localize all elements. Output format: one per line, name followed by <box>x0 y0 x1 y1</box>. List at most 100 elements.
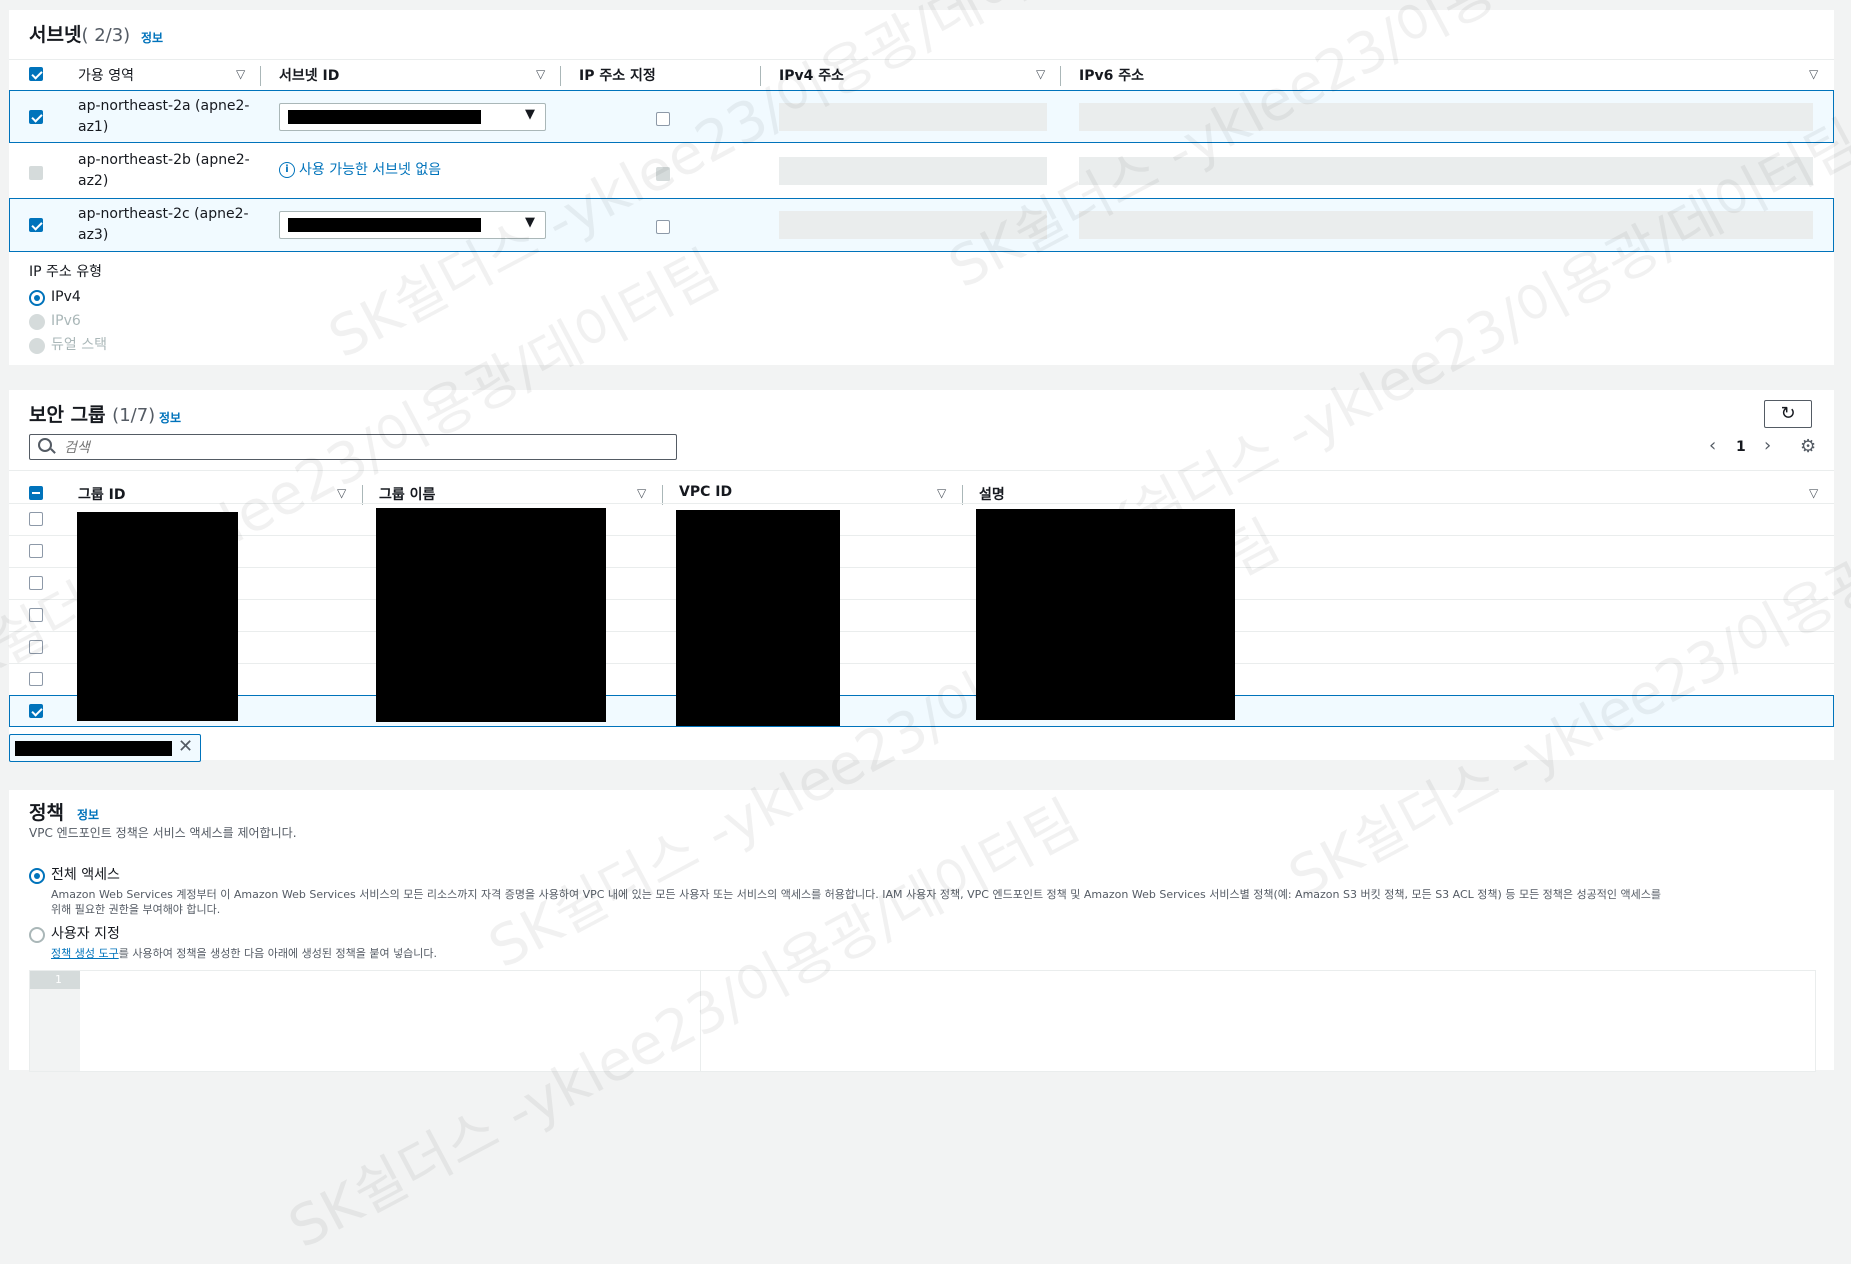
next-page-icon[interactable]: › <box>1764 435 1771 456</box>
policy-editor[interactable]: 1 <box>29 970 1816 1072</box>
refresh-button[interactable]: ↻ <box>1764 400 1812 428</box>
col-az: 가용 영역 <box>78 68 134 84</box>
sg-row-5-checkbox[interactable] <box>29 640 43 654</box>
subnet-row-3-checkbox[interactable] <box>29 218 43 232</box>
sg-row-6-checkbox[interactable] <box>29 672 43 686</box>
sg-search-box[interactable] <box>29 434 677 460</box>
page-number[interactable]: 1 <box>1736 439 1746 455</box>
col-vpc-id: VPC ID <box>679 484 733 500</box>
subnets-panel: 서브넷( 2/3) 정보 가용 영역 ▽ 서브넷 ID ▽ IP 주소 지정 I… <box>9 10 1834 365</box>
sg-row-7[interactable] <box>9 695 1834 727</box>
subnet-row-2-notice: 사용 가능한 서브넷 없음 <box>299 162 442 178</box>
redacted-vpc-ids <box>676 510 840 726</box>
policy-panel: 정책 정보 VPC 엔드포인트 정책은 서비스 액세스를 제어합니다. 전체 액… <box>9 790 1834 1072</box>
dropdown-arrow-icon: ▼ <box>525 215 535 230</box>
refresh-icon: ↻ <box>1780 403 1796 424</box>
col-description: 설명 <box>979 487 1005 503</box>
sort-group-id-icon[interactable]: ▽ <box>337 486 346 500</box>
sg-row-4-checkbox[interactable] <box>29 608 43 622</box>
sort-az-icon[interactable]: ▽ <box>236 67 245 81</box>
redacted-subnet-id <box>288 110 481 124</box>
sort-subnet-icon[interactable]: ▽ <box>536 67 545 81</box>
full-access-radio[interactable] <box>29 868 45 884</box>
search-icon-handle <box>50 448 56 454</box>
col-divider <box>1060 66 1061 86</box>
info-circle-icon: i <box>279 162 295 178</box>
sort-ipv6-icon[interactable]: ▽ <box>1809 67 1818 81</box>
policy-generator-link[interactable]: 정책 생성 도구 <box>51 947 119 960</box>
remove-token-close-icon[interactable]: ✕ <box>178 736 193 757</box>
sg-row-3-checkbox[interactable] <box>29 576 43 590</box>
editor-line-number: 1 <box>55 973 62 986</box>
ip-type-ipv4-label: IPv4 <box>51 289 81 305</box>
redacted-group-names <box>376 508 606 722</box>
redacted-subnet-id <box>288 218 481 232</box>
subnet-row-2-ipv4-field <box>779 157 1047 185</box>
redacted-group-ids <box>77 512 238 721</box>
subnet-row-1-checkbox[interactable] <box>29 110 43 124</box>
subnet-row-3-ip-checkbox[interactable] <box>656 220 670 234</box>
ip-type-dual-label: 듀얼 스택 <box>51 337 107 353</box>
subnets-select-all-checkbox[interactable] <box>29 67 43 81</box>
subnet-row-2-az: ap-northeast-2b (apne2- az2) <box>78 152 250 189</box>
sort-ipv4-icon[interactable]: ▽ <box>1036 67 1045 81</box>
subnets-info-link[interactable]: 정보 <box>141 29 163 46</box>
sg-title: 보안 그룹 (1/7) <box>29 404 156 426</box>
subnet-row-1-ip-checkbox[interactable] <box>656 112 670 126</box>
policy-title: 정책 <box>29 802 64 824</box>
policy-info-link[interactable]: 정보 <box>77 806 99 823</box>
settings-gear-icon[interactable]: ⚙ <box>1800 436 1816 457</box>
row-divider <box>9 599 1834 600</box>
ip-type-ipv6-radio <box>29 314 45 330</box>
ip-type-label: IP 주소 유형 <box>29 264 102 280</box>
subnet-row-2-checkbox <box>29 166 43 180</box>
subnet-row-3-az: ap-northeast-2c (apne2- az3) <box>78 206 249 243</box>
col-divider <box>260 66 261 86</box>
prev-page-icon[interactable]: ‹ <box>1709 435 1716 456</box>
subnets-title: 서브넷( 2/3) <box>29 24 131 46</box>
custom-policy-description: 정책 생성 도구를 사용하여 정책을 생성한 다음 아래에 생성된 정책을 붙여… <box>51 947 438 960</box>
custom-policy-label: 사용자 지정 <box>51 926 120 942</box>
subnet-row-1-ipv4-field[interactable] <box>779 103 1047 131</box>
ip-type-ipv6-label: IPv6 <box>51 313 81 329</box>
row-divider <box>9 567 1834 568</box>
subnets-count: ( 2/3) <box>81 25 131 46</box>
sg-row-7-checkbox[interactable] <box>29 704 43 718</box>
header-top-line <box>9 59 1834 60</box>
full-access-label: 전체 액세스 <box>51 867 120 883</box>
subnet-row-1-select[interactable]: ▼ <box>279 103 546 131</box>
sg-search-input[interactable] <box>62 437 666 459</box>
subnet-row-1-az: ap-northeast-2a (apne2- az1) <box>78 98 250 135</box>
subnet-row-3-ipv6-field[interactable] <box>1079 211 1813 239</box>
row-divider <box>9 663 1834 664</box>
sort-description-icon[interactable]: ▽ <box>1809 486 1818 500</box>
ip-type-ipv4-radio[interactable] <box>29 290 45 306</box>
col-ip-assign: IP 주소 지정 <box>579 68 656 84</box>
col-ipv6: IPv6 주소 <box>1079 68 1144 84</box>
subnet-row-3-select[interactable]: ▼ <box>279 211 546 239</box>
col-divider <box>662 485 663 505</box>
subnet-row-3-ipv4-field[interactable] <box>779 211 1047 239</box>
row-divider <box>9 535 1834 536</box>
col-divider <box>962 485 963 505</box>
header-top-line <box>9 470 1834 471</box>
col-group-name: 그룹 이름 <box>379 487 436 503</box>
ip-type-dual-radio <box>29 338 45 354</box>
sort-vpc-id-icon[interactable]: ▽ <box>937 486 946 500</box>
selected-sg-token: ✕ <box>9 734 201 762</box>
col-divider <box>760 66 761 86</box>
sg-info-link[interactable]: 정보 <box>159 409 181 426</box>
custom-policy-radio[interactable] <box>29 927 45 943</box>
sg-select-all-checkbox[interactable] <box>29 486 43 500</box>
sort-group-name-icon[interactable]: ▽ <box>637 486 646 500</box>
col-ipv4: IPv4 주소 <box>779 68 844 84</box>
sg-row-2-checkbox[interactable] <box>29 544 43 558</box>
subnet-row-1-ipv6-field[interactable] <box>1079 103 1813 131</box>
sg-count: (1/7) <box>112 405 156 426</box>
row-divider <box>9 631 1834 632</box>
policy-subtitle: VPC 엔드포인트 정책은 서비스 액세스를 제어합니다. <box>29 826 297 840</box>
col-divider <box>362 485 363 505</box>
row-divider <box>9 503 1834 504</box>
security-groups-panel: 보안 그룹 (1/7) 정보 ↻ ‹ 1 › ⚙ 그룹 ID ▽ 그룹 이름 ▽… <box>9 390 1834 762</box>
sg-row-1-checkbox[interactable] <box>29 512 43 526</box>
